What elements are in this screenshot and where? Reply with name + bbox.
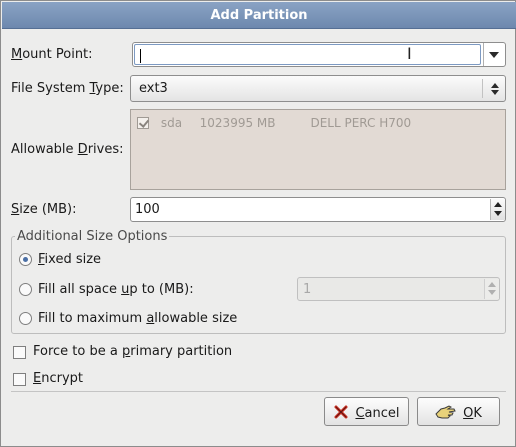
fill-up-to-radio[interactable] (19, 283, 32, 296)
fixed-size-radio[interactable] (19, 253, 32, 266)
size-spinbutton[interactable]: 100 (130, 197, 506, 222)
size-value[interactable]: 100 (135, 202, 160, 217)
spin-up-icon (488, 282, 496, 287)
cancel-label: Cancel (355, 406, 400, 421)
size-spin-buttons[interactable] (490, 199, 505, 220)
encrypt-label[interactable]: Encrypt (33, 371, 83, 386)
combo-divider (483, 43, 484, 66)
spin-up-icon[interactable] (494, 202, 502, 207)
text-caret (140, 49, 141, 63)
add-partition-dialog: Add Partition Mount Point: I File System… (0, 0, 516, 447)
drive-row: sda 1023995 MB DELL PERC H700 (137, 116, 411, 130)
fixed-size-label[interactable]: Fixed size (38, 252, 101, 267)
size-label: Size (MB): (11, 202, 77, 217)
fill-up-spin-buttons (484, 279, 499, 299)
ok-label: OK (463, 406, 482, 421)
spin-down-icon[interactable] (494, 211, 502, 216)
select-divider (482, 79, 483, 98)
fill-up-to-label[interactable]: Fill all space up to (MB): (38, 282, 194, 297)
chevron-down-icon[interactable] (489, 52, 499, 58)
spin-down-icon (488, 290, 496, 295)
drive-model: DELL PERC H700 (310, 116, 412, 130)
cancel-button[interactable]: Cancel (324, 397, 409, 426)
dialog-title: Add Partition (2, 2, 516, 29)
allowable-drives-list: sda 1023995 MB DELL PERC H700 (130, 109, 506, 190)
allowable-drives-label: Allowable Drives: (11, 142, 124, 157)
mount-point-combo[interactable]: I (132, 42, 506, 67)
mount-point-label: Mount Point: (11, 47, 93, 62)
ibeam-cursor-icon: I (407, 44, 412, 63)
fs-type-label: File System Type: (11, 81, 124, 96)
primary-partition-checkbox[interactable] (13, 346, 26, 359)
fs-type-select[interactable]: ext3 (130, 75, 506, 102)
ok-button[interactable]: OK (417, 397, 500, 426)
button-separator (11, 391, 506, 392)
drive-checkbox (137, 117, 149, 129)
select-up-arrow-icon (491, 83, 499, 88)
encrypt-checkbox[interactable] (13, 373, 26, 386)
drive-name: sda (160, 116, 183, 130)
mount-point-input[interactable] (134, 44, 481, 65)
primary-partition-label[interactable]: Force to be a primary partition (33, 344, 232, 359)
drive-size: 1023995 MB (199, 116, 276, 130)
ok-hand-icon (435, 404, 457, 424)
fs-type-value: ext3 (139, 81, 168, 96)
fill-up-to-spinbutton: 1 (297, 277, 500, 301)
fill-max-label[interactable]: Fill to maximum allowable size (38, 311, 237, 326)
fill-up-to-value: 1 (303, 282, 312, 297)
fill-max-radio[interactable] (19, 312, 32, 325)
select-down-arrow-icon (491, 90, 499, 95)
cancel-x-icon (333, 404, 349, 424)
size-options-legend: Additional Size Options (15, 229, 170, 244)
